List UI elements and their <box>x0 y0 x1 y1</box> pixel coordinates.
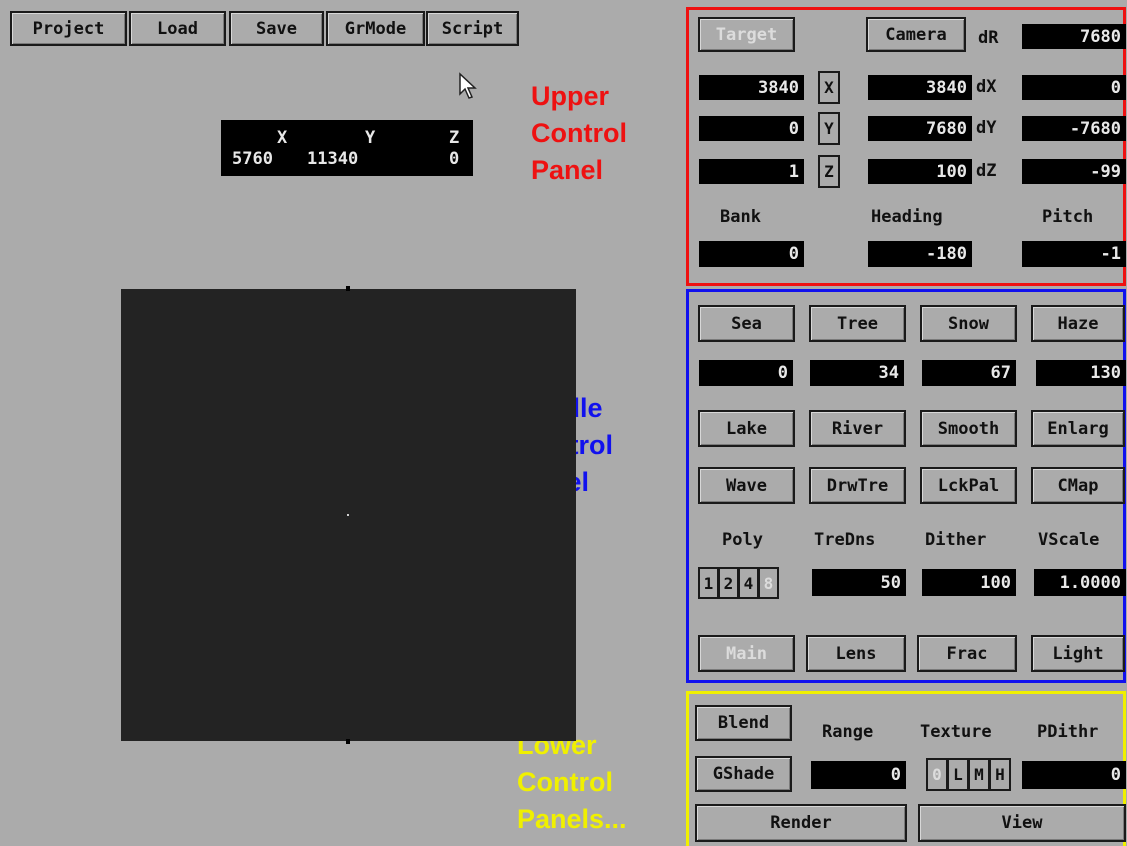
dr-label: dR <box>978 28 999 48</box>
enlarg-button[interactable]: Enlarg <box>1031 410 1125 447</box>
coord-x-value: 5760 <box>232 149 273 169</box>
camera-y-field[interactable]: 7680 <box>868 116 972 141</box>
canvas-center-dot <box>347 514 349 516</box>
dz-label: dZ <box>976 161 997 181</box>
coord-z-value: 0 <box>449 149 460 169</box>
tredns-field[interactable]: 50 <box>812 569 906 596</box>
poly-option-8[interactable]: 8 <box>758 567 779 599</box>
smooth-button[interactable]: Smooth <box>920 410 1017 447</box>
poly-label: Poly <box>722 530 763 550</box>
blend-button[interactable]: Blend <box>695 705 792 741</box>
camera-x-field[interactable]: 3840 <box>868 75 972 100</box>
gshade-button[interactable]: GShade <box>695 756 792 792</box>
project-button[interactable]: Project <box>10 11 127 46</box>
bank-label: Bank <box>720 207 761 227</box>
frac-button[interactable]: Frac <box>917 635 1017 672</box>
dz-field[interactable]: -99 <box>1022 159 1126 184</box>
mouse-cursor-icon <box>459 72 477 99</box>
vscale-field[interactable]: 1.0000 <box>1034 569 1126 596</box>
dither-label: Dither <box>925 530 987 550</box>
pdithr-field[interactable]: 0 <box>1022 761 1126 789</box>
haze-value-field[interactable]: 130 <box>1036 360 1126 386</box>
dy-label: dY <box>976 118 997 138</box>
camera-button[interactable]: Camera <box>866 17 966 52</box>
save-button[interactable]: Save <box>229 11 324 46</box>
pdithr-label: PDithr <box>1037 722 1099 742</box>
target-z-field[interactable]: 1 <box>699 159 804 184</box>
bank-field[interactable]: 0 <box>699 241 804 267</box>
snow-button[interactable]: Snow <box>920 305 1017 342</box>
sea-button[interactable]: Sea <box>698 305 795 342</box>
target-y-field[interactable]: 0 <box>699 116 804 141</box>
lckpal-button[interactable]: LckPal <box>920 467 1017 504</box>
heading-field[interactable]: -180 <box>868 241 972 267</box>
haze-button[interactable]: Haze <box>1031 305 1125 342</box>
lens-button[interactable]: Lens <box>806 635 906 672</box>
texture-label: Texture <box>920 722 992 742</box>
dx-field[interactable]: 0 <box>1022 75 1126 100</box>
light-button[interactable]: Light <box>1031 635 1125 672</box>
view-button[interactable]: View <box>918 804 1126 842</box>
texture-option-0[interactable]: 0 <box>926 758 948 791</box>
texture-option-l[interactable]: L <box>947 758 969 791</box>
canvas-bottom-marker <box>346 739 350 744</box>
poly-option-4[interactable]: 4 <box>738 567 759 599</box>
y-button[interactable]: Y <box>818 112 840 145</box>
coord-y-label: Y <box>365 128 376 148</box>
dy-field[interactable]: -7680 <box>1022 116 1126 141</box>
vscale-label: VScale <box>1038 530 1100 550</box>
lower-panel-annotation: Lower Control Panels... <box>517 730 627 834</box>
coord-y-value: 11340 <box>307 149 359 169</box>
river-button[interactable]: River <box>809 410 906 447</box>
load-button[interactable]: Load <box>129 11 226 46</box>
poly-option-2[interactable]: 2 <box>718 567 739 599</box>
sea-value-field[interactable]: 0 <box>699 360 793 386</box>
upper-panel-annotation: Upper Control Panel <box>531 81 627 185</box>
canvas-top-marker <box>346 286 350 291</box>
tredns-label: TreDns <box>814 530 876 550</box>
render-button[interactable]: Render <box>695 804 907 842</box>
tree-button[interactable]: Tree <box>809 305 906 342</box>
coord-z-label: Z <box>449 128 460 148</box>
drwtre-button[interactable]: DrwTre <box>809 467 906 504</box>
wave-button[interactable]: Wave <box>698 467 795 504</box>
poly-option-1[interactable]: 1 <box>698 567 719 599</box>
grmode-button[interactable]: GrMode <box>326 11 425 46</box>
main-button[interactable]: Main <box>698 635 795 672</box>
z-button[interactable]: Z <box>818 155 840 188</box>
camera-z-field[interactable]: 100 <box>868 159 972 184</box>
pitch-field[interactable]: -1 <box>1022 241 1126 267</box>
x-button[interactable]: X <box>818 71 840 104</box>
terrain-preview-canvas[interactable] <box>121 286 576 744</box>
range-label: Range <box>822 722 874 742</box>
dx-label: dX <box>976 77 997 97</box>
coord-x-label: X <box>277 128 288 148</box>
tree-value-field[interactable]: 34 <box>810 360 904 386</box>
dr-field[interactable]: 7680 <box>1022 24 1126 49</box>
dither-field[interactable]: 100 <box>922 569 1016 596</box>
lake-button[interactable]: Lake <box>698 410 795 447</box>
heading-label: Heading <box>871 207 943 227</box>
cmap-button[interactable]: CMap <box>1031 467 1125 504</box>
target-button[interactable]: Target <box>698 17 795 52</box>
coordinate-readout: X Y Z 5760 11340 0 <box>221 120 473 176</box>
texture-option-m[interactable]: M <box>968 758 990 791</box>
pitch-label: Pitch <box>1042 207 1094 227</box>
snow-value-field[interactable]: 67 <box>922 360 1016 386</box>
target-x-field[interactable]: 3840 <box>699 75 804 100</box>
range-field[interactable]: 0 <box>811 761 906 789</box>
texture-option-h[interactable]: H <box>989 758 1011 791</box>
script-button[interactable]: Script <box>426 11 519 46</box>
